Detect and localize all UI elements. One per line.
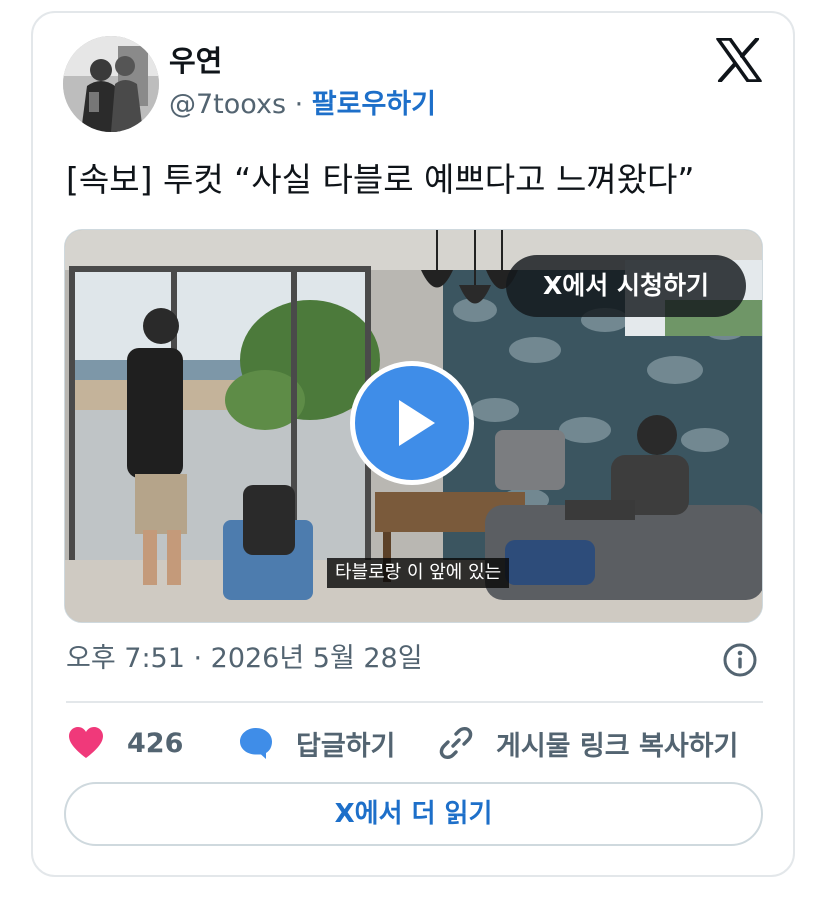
divider	[66, 701, 763, 703]
handle-row: @7tooxs · 팔로우하기	[169, 86, 436, 124]
reply-button[interactable]: 답글하기	[238, 722, 395, 764]
video-thumbnail[interactable]: X에서 시청하기 타블로랑 이 앞에 있는	[64, 229, 763, 623]
video-subtitle: 타블로랑 이 앞에 있는	[327, 558, 510, 588]
play-icon	[399, 400, 435, 446]
handle-separator: ·	[286, 89, 312, 120]
copy-link-label: 게시물 링크 복사하기	[496, 730, 739, 762]
post-timestamp[interactable]: 오후 7:51 · 2026년 5월 28일	[66, 640, 423, 678]
play-button[interactable]	[350, 361, 474, 485]
author-handle[interactable]: @7tooxs	[169, 89, 286, 120]
avatar[interactable]	[63, 36, 159, 132]
like-button[interactable]: 426	[68, 722, 183, 764]
x-logo-icon[interactable]	[716, 37, 762, 83]
heart-icon	[69, 727, 103, 758]
info-icon[interactable]	[722, 642, 758, 678]
like-count: 426	[127, 727, 184, 759]
copy-link-button[interactable]: 게시물 링크 복사하기	[438, 722, 738, 764]
reply-label: 답글하기	[296, 730, 396, 762]
tweet-text: [속보] 투컷 “사실 타블로 예쁘다고 느껴왔다”	[66, 160, 695, 199]
display-name[interactable]: 우연	[169, 42, 222, 80]
watch-on-x-button[interactable]: X에서 시청하기	[506, 255, 746, 317]
link-icon	[439, 726, 473, 760]
read-more-on-x-button[interactable]: X에서 더 읽기	[64, 782, 763, 846]
speech-bubble-icon	[240, 728, 272, 759]
follow-link[interactable]: 팔로우하기	[312, 89, 436, 120]
